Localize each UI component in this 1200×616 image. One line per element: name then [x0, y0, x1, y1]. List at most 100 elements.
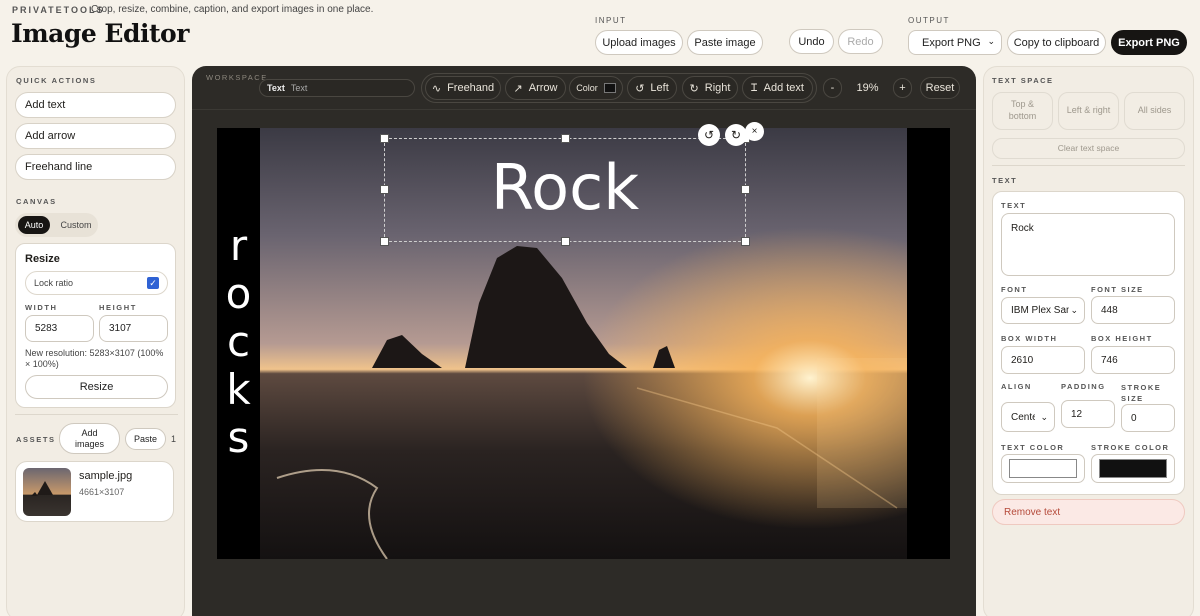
- freehand-line-button[interactable]: Freehand line: [15, 154, 176, 180]
- resize-handle-l[interactable]: [380, 185, 389, 194]
- box-height-input[interactable]: 746: [1091, 346, 1175, 374]
- tagline: Crop, resize, combine, caption, and expo…: [91, 4, 374, 15]
- add-arrow-button[interactable]: Add arrow: [15, 123, 176, 149]
- text-color-swatch: [1009, 459, 1077, 478]
- vertical-letter-r: r: [229, 221, 248, 270]
- arrow-tool-label: Arrow: [528, 82, 558, 94]
- padding-input[interactable]: 12: [1061, 400, 1115, 428]
- font-label: FONT: [1001, 285, 1028, 294]
- resize-handle-t[interactable]: [561, 134, 570, 143]
- align-select[interactable]: Center ⌄: [1001, 402, 1055, 432]
- text-color-picker[interactable]: [1001, 454, 1085, 483]
- new-resolution-line1: New resolution: 5283×3107 (100%: [25, 348, 164, 358]
- vertical-text-strip[interactable]: r o c k s: [217, 222, 260, 462]
- box-height-label: BOX HEIGHT: [1091, 334, 1153, 343]
- zoom-in-button[interactable]: +: [893, 78, 912, 98]
- font-size-input[interactable]: 448: [1091, 296, 1175, 324]
- close-icon[interactable]: ×: [745, 122, 764, 141]
- freehand-tool[interactable]: ∿ Freehand: [425, 76, 501, 100]
- clear-text-space-button[interactable]: Clear text space: [992, 138, 1185, 159]
- resize-handle-b[interactable]: [561, 237, 570, 246]
- add-text-tool-label: Add text: [763, 82, 804, 94]
- add-images-button[interactable]: Add images: [59, 423, 120, 454]
- input-group-label: INPUT: [595, 16, 627, 25]
- font-select[interactable]: IBM Plex Sans ⌄: [1001, 297, 1085, 324]
- redo-button[interactable]: Redo: [838, 29, 883, 54]
- add-text-tool[interactable]: Ꮖ Add text: [742, 76, 813, 100]
- text-textarea[interactable]: Rock: [1001, 213, 1175, 276]
- align-select-value: Center: [1011, 411, 1035, 423]
- left-right-button[interactable]: Left & right: [1058, 92, 1119, 130]
- align-label: ALIGN: [1001, 382, 1032, 391]
- auto-tab[interactable]: Auto: [18, 216, 50, 234]
- reset-zoom-button[interactable]: Reset: [920, 77, 960, 99]
- canvas-mode-toggle: Auto Custom: [15, 213, 98, 237]
- resize-title: Resize: [25, 253, 60, 265]
- vertical-letter-o: o: [225, 269, 252, 318]
- new-resolution-line2: × 100%): [25, 359, 59, 369]
- copy-to-clipboard-button[interactable]: Copy to clipboard: [1007, 30, 1106, 55]
- add-text-button[interactable]: Add text: [15, 92, 176, 118]
- export-png-button[interactable]: Export PNG: [1111, 30, 1187, 55]
- asset-dimensions: 4661×3107: [79, 487, 125, 497]
- text-color-label: TEXT COLOR: [1001, 443, 1065, 452]
- thumbnail-image: [31, 481, 53, 496]
- canvas[interactable]: r o c k s Rock ↺ ↻ ×: [217, 122, 950, 560]
- width-input[interactable]: 5283: [25, 315, 94, 342]
- caption-text: Rock: [490, 151, 640, 224]
- stroke-size-input[interactable]: 0: [1121, 404, 1175, 432]
- paste-asset-button[interactable]: Paste: [125, 428, 166, 450]
- asset-name: sample.jpg: [79, 470, 133, 482]
- undo-button[interactable]: Undo: [789, 29, 834, 54]
- output-group-label: OUTPUT: [908, 16, 950, 25]
- text-field-label: TEXT: [1001, 201, 1027, 210]
- resize-handle-br[interactable]: [741, 237, 750, 246]
- box-width-input[interactable]: 2610: [1001, 346, 1085, 374]
- resize-handle-r[interactable]: [741, 185, 750, 194]
- upload-images-button[interactable]: Upload images: [595, 30, 683, 55]
- selected-text-box[interactable]: Rock: [384, 138, 746, 242]
- paste-image-button[interactable]: Paste image: [687, 30, 763, 55]
- color-swatch: [603, 83, 616, 93]
- resize-handle-bl[interactable]: [380, 237, 389, 246]
- rotate-left-button[interactable]: ↺ Left: [627, 76, 677, 100]
- chevron-down-icon: ⌄: [987, 36, 995, 46]
- zoom-out-button[interactable]: -: [823, 78, 842, 98]
- font-select-value: IBM Plex Sans: [1011, 305, 1069, 316]
- lock-ratio-label: Lock ratio: [34, 278, 74, 288]
- rotate-left-icon: ↺: [635, 82, 645, 95]
- all-sides-button[interactable]: All sides: [1124, 92, 1185, 130]
- stroke-size-label-line2: SIZE: [1121, 394, 1144, 403]
- asset-item[interactable]: sample.jpg 4661×3107: [15, 461, 174, 522]
- arrow-tool[interactable]: ↗ Arrow: [505, 76, 566, 100]
- freehand-icon: ∿: [431, 82, 442, 95]
- vertical-letter-s: s: [227, 413, 250, 462]
- divider: [992, 165, 1185, 166]
- freehand-tool-label: Freehand: [447, 82, 495, 94]
- custom-tab[interactable]: Custom: [58, 216, 94, 234]
- resize-card: Resize Lock ratio ✓ WIDTH HEIGHT 5283 31…: [15, 243, 176, 408]
- add-images-line2: images: [74, 438, 104, 449]
- text-input[interactable]: Text Text: [259, 79, 415, 97]
- resize-button[interactable]: Resize: [25, 375, 168, 399]
- stroke-size-label-line1: STROKE: [1121, 383, 1162, 392]
- stroke-color-label: STROKE COLOR: [1091, 443, 1170, 452]
- height-input[interactable]: 3107: [99, 315, 168, 342]
- arrow-icon: ↗: [513, 82, 523, 95]
- remove-text-button[interactable]: Remove text: [992, 499, 1185, 525]
- resize-handle-tl[interactable]: [380, 134, 389, 143]
- font-size-label: FONT SIZE: [1091, 285, 1144, 294]
- color-picker[interactable]: Color: [569, 76, 623, 100]
- export-format-select[interactable]: Export PNG ⌄: [908, 30, 1002, 55]
- text-tag: Text: [267, 83, 285, 93]
- canvas-label: CANVAS: [16, 197, 57, 206]
- rotate-right-button[interactable]: ↻ Right: [682, 76, 738, 100]
- rotate-left-icon[interactable]: ↺: [698, 124, 720, 146]
- lock-ratio-checkbox[interactable]: ✓: [147, 277, 159, 289]
- stroke-color-picker[interactable]: [1091, 454, 1175, 483]
- page-title: Image Editor: [11, 19, 189, 48]
- top-bottom-button[interactable]: Top & bottom: [992, 92, 1053, 130]
- width-label: WIDTH: [25, 303, 58, 312]
- divider: [15, 414, 178, 415]
- rotate-right-icon[interactable]: ↻: [725, 124, 747, 146]
